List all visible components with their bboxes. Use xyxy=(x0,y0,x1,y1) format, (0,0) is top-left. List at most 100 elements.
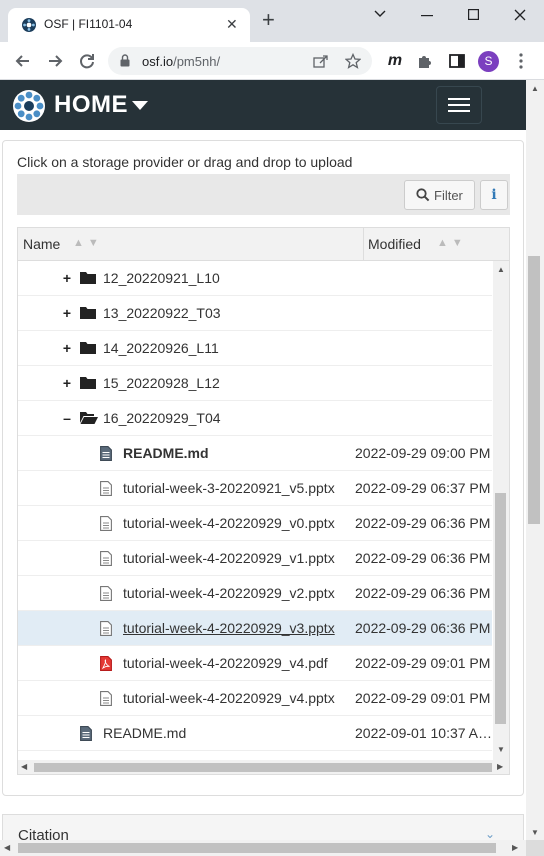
sort-modified-icon[interactable]: ▲▼ xyxy=(437,237,467,249)
hamburger-line xyxy=(448,110,470,112)
scroll-down-icon[interactable]: ▼ xyxy=(531,828,539,837)
scroll-left-icon[interactable]: ◀ xyxy=(21,762,27,771)
chevron-down-icon[interactable]: ⌄ xyxy=(485,827,495,841)
folder-icon xyxy=(80,271,96,289)
file-tree-row[interactable]: +14_20220926_L11 xyxy=(18,331,492,366)
bookmark-star-icon[interactable] xyxy=(345,53,361,69)
page-horizontal-scrollbar[interactable]: ◀ ▶ xyxy=(0,840,526,856)
markdown-file-icon xyxy=(80,726,92,746)
file-name[interactable]: README.md xyxy=(103,725,186,741)
grid-vertical-scrollbar[interactable]: ▲ ▼ xyxy=(493,261,509,760)
expand-toggle[interactable]: + xyxy=(62,340,72,356)
file-name[interactable]: README.md xyxy=(123,445,209,461)
expand-toggle[interactable]: + xyxy=(62,375,72,391)
new-tab-button[interactable]: + xyxy=(262,9,275,31)
file-name[interactable]: 16_20220929_T04 xyxy=(103,410,221,426)
file-tree-row[interactable]: tutorial-week-4-20220929_v3.pptx 2022-09-… xyxy=(18,611,492,646)
browser-menu-icon[interactable] xyxy=(510,50,532,72)
minimize-icon[interactable] xyxy=(421,15,433,17)
hamburger-line xyxy=(448,104,470,106)
extension-m-icon[interactable]: m xyxy=(384,50,406,72)
caret-down-icon[interactable] xyxy=(132,101,148,110)
file-tree-row[interactable]: tutorial-week-4-20220929_v4.pptx 2022-09-… xyxy=(18,681,492,716)
folder-icon xyxy=(80,376,96,394)
file-name[interactable]: 15_20220928_L12 xyxy=(103,375,220,391)
browser-tab[interactable]: OSF | FI1101-04 ✕ xyxy=(8,8,250,42)
page-vertical-scrollbar[interactable]: ▲ ▼ xyxy=(526,80,544,840)
address-bar[interactable]: osf.io/pm5nh/ xyxy=(108,47,372,75)
search-icon xyxy=(416,188,430,202)
column-modified-header[interactable]: Modified xyxy=(368,236,421,252)
file-tree-row[interactable]: tutorial-week-4-20220929_v4.pdf 2022-09-2… xyxy=(18,646,492,681)
scroll-thumb[interactable] xyxy=(34,763,492,772)
file-name[interactable]: tutorial-week-4-20220929_v2.pptx xyxy=(123,585,335,601)
share-icon[interactable] xyxy=(313,54,329,68)
files-toolbar: Filter i xyxy=(17,174,510,215)
forward-icon[interactable] xyxy=(44,50,66,72)
nav-menu-button[interactable] xyxy=(436,86,482,124)
modified-date: 2022-09-29 09:01 PM xyxy=(355,690,491,706)
modified-date: 2022-09-29 09:00 PM xyxy=(355,445,491,461)
file-tree-row[interactable]: tutorial-week-4-20220929_v0.pptx 2022-09-… xyxy=(18,506,492,541)
side-panel-icon[interactable] xyxy=(446,50,468,72)
modified-date: 2022-09-29 06:36 PM xyxy=(355,585,491,601)
filter-button[interactable]: Filter xyxy=(404,180,475,210)
home-dropdown-label[interactable]: HOME xyxy=(54,91,128,119)
file-name[interactable]: tutorial-week-4-20220929_v0.pptx xyxy=(123,515,335,531)
scroll-thumb[interactable] xyxy=(18,843,496,853)
scroll-down-icon[interactable]: ▼ xyxy=(497,745,505,754)
profile-avatar[interactable]: S xyxy=(478,51,499,72)
hamburger-line xyxy=(448,98,470,100)
scroll-left-icon[interactable]: ◀ xyxy=(4,843,10,852)
browser-titlebar: OSF | FI1101-04 ✕ + xyxy=(0,0,544,42)
osf-logo-icon[interactable] xyxy=(12,89,46,123)
grid-horizontal-scrollbar[interactable]: ◀ ▶ xyxy=(18,760,509,774)
back-icon[interactable] xyxy=(12,50,34,72)
file-tree-grid: Name ▲▼ Modified ▲▼ +12_20220921_L10 +13_… xyxy=(17,227,510,775)
file-tree-row[interactable]: +13_20220922_T03 xyxy=(18,296,492,331)
reload-icon[interactable] xyxy=(76,50,98,72)
file-tree-row[interactable]: – 16_20220929_T04 xyxy=(18,401,492,436)
grid-header: Name ▲▼ Modified ▲▼ xyxy=(18,228,509,261)
file-tree-row[interactable]: README.md 2022-09-29 09:00 PM xyxy=(18,436,492,471)
file-name[interactable]: tutorial-week-4-20220929_v3.pptx xyxy=(123,620,335,636)
file-tree-row[interactable]: tutorial-week-3-20220921_v5.pptx 2022-09-… xyxy=(18,471,492,506)
scroll-up-icon[interactable]: ▲ xyxy=(497,265,505,274)
file-name[interactable]: 14_20220926_L11 xyxy=(103,340,219,356)
file-name[interactable]: tutorial-week-3-20220921_v5.pptx xyxy=(123,480,335,496)
scroll-thumb[interactable] xyxy=(495,493,506,724)
file-tree-row[interactable]: +12_20220921_L10 xyxy=(18,261,492,296)
sort-name-icon[interactable]: ▲▼ xyxy=(73,237,103,249)
tab-search-chevron-icon[interactable] xyxy=(374,10,386,18)
collapse-toggle[interactable]: – xyxy=(62,410,72,426)
scroll-up-icon[interactable]: ▲ xyxy=(531,84,539,93)
file-icon xyxy=(100,481,112,501)
upload-hint: Click on a storage provider or drag and … xyxy=(17,154,353,170)
expand-toggle[interactable]: + xyxy=(62,305,72,321)
file-tree-row[interactable]: README.md 2022-09-01 10:37 A… xyxy=(18,716,492,751)
file-icon xyxy=(100,586,112,606)
file-name[interactable]: tutorial-week-4-20220929_v1.pptx xyxy=(123,550,335,566)
file-tree-row[interactable]: tutorial-week-4-20220929_v1.pptx 2022-09-… xyxy=(18,541,492,576)
file-name[interactable]: 12_20220921_L10 xyxy=(103,270,220,286)
maximize-icon[interactable] xyxy=(468,9,479,20)
scroll-thumb[interactable] xyxy=(528,256,540,524)
file-icon xyxy=(100,551,112,571)
tab-close-icon[interactable]: ✕ xyxy=(226,16,238,33)
column-name-header[interactable]: Name xyxy=(23,236,60,252)
close-window-icon[interactable] xyxy=(514,9,526,21)
scroll-right-icon[interactable]: ▶ xyxy=(497,762,503,771)
file-name[interactable]: 13_20220922_T03 xyxy=(103,305,221,321)
scroll-right-icon[interactable]: ▶ xyxy=(512,843,518,852)
info-button[interactable]: i xyxy=(480,180,508,210)
file-name[interactable]: tutorial-week-4-20220929_v4.pptx xyxy=(123,690,335,706)
file-tree-row[interactable]: +15_20220928_L12 xyxy=(18,366,492,401)
filter-label: Filter xyxy=(434,188,463,203)
column-divider[interactable] xyxy=(363,228,364,261)
modified-date: 2022-09-29 06:37 PM xyxy=(355,480,491,496)
expand-toggle[interactable]: + xyxy=(62,270,72,286)
file-icon xyxy=(100,691,112,711)
file-tree-row[interactable]: tutorial-week-4-20220929_v2.pptx 2022-09-… xyxy=(18,576,492,611)
file-name[interactable]: tutorial-week-4-20220929_v4.pdf xyxy=(123,655,328,671)
extensions-puzzle-icon[interactable] xyxy=(414,50,436,72)
